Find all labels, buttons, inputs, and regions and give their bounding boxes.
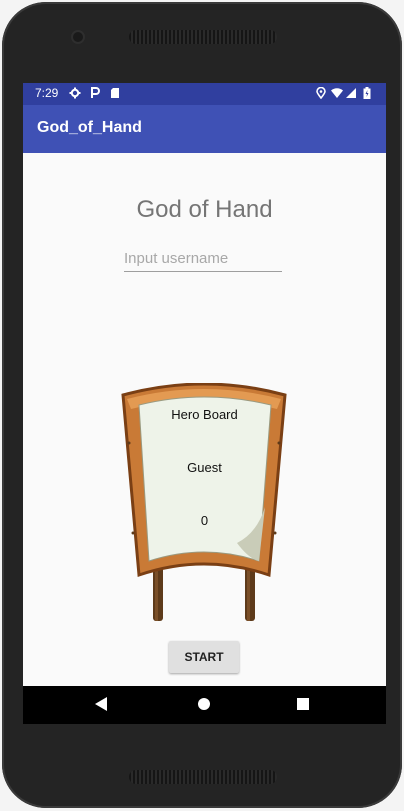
gear-icon <box>69 87 81 99</box>
device-screen: 7:29 God_of_Hand God of Hand Input usern… <box>23 83 386 724</box>
front-camera <box>73 32 83 42</box>
app-title: God_of_Hand <box>37 119 142 136</box>
hero-board-player: Guest <box>187 460 222 475</box>
status-bar: 7:29 <box>23 83 386 105</box>
back-icon[interactable] <box>95 697 107 711</box>
username-input[interactable] <box>124 247 282 272</box>
location-icon <box>316 87 326 99</box>
sd-card-icon <box>111 88 119 98</box>
navigation-bar <box>23 686 386 724</box>
signal-icon <box>346 88 356 98</box>
bottom-speaker <box>129 770 277 784</box>
start-button[interactable]: START <box>169 641 239 673</box>
battery-icon <box>363 87 371 99</box>
home-icon[interactable] <box>198 698 210 710</box>
game-title: God of Hand <box>136 196 273 223</box>
phone-frame: 7:29 God_of_Hand God of Hand Input usern… <box>2 2 402 808</box>
hero-board-score: 0 <box>200 513 209 528</box>
hero-board-heading: Hero Board <box>171 407 238 422</box>
wifi-icon <box>331 88 343 98</box>
app-bar: God_of_Hand <box>23 105 386 153</box>
status-time: 7:29 <box>35 86 59 100</box>
parking-icon <box>91 87 100 98</box>
top-speaker <box>129 30 277 44</box>
recents-icon[interactable] <box>297 698 309 710</box>
